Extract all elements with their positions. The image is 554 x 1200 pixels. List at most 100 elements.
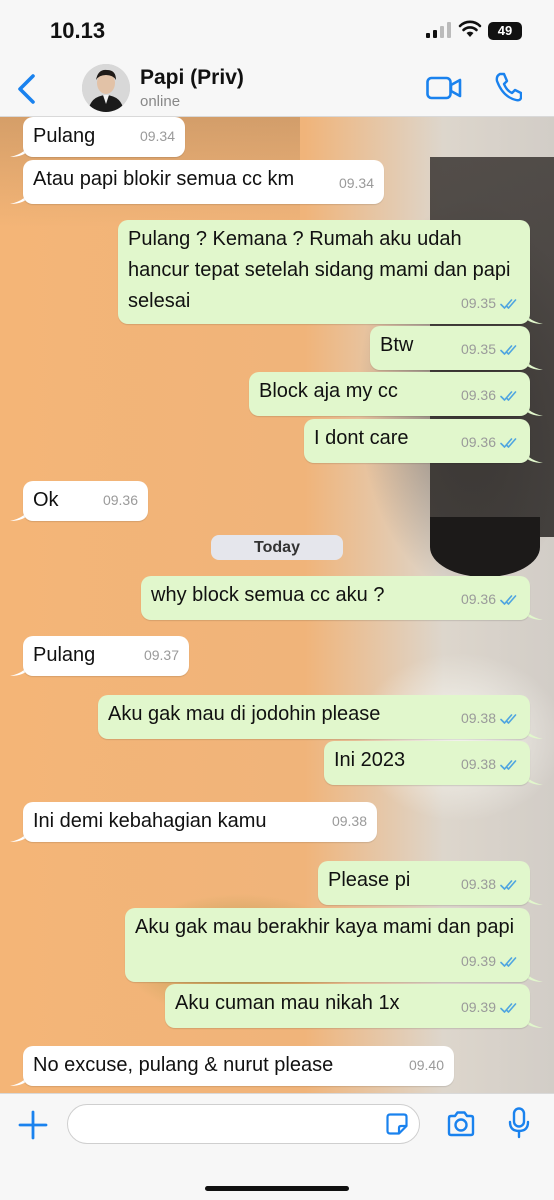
- double-check-icon: [500, 390, 517, 401]
- message-time: 09.39: [460, 953, 496, 969]
- chevron-left-icon[interactable]: [14, 72, 40, 106]
- message-row: I dont care 09.36: [0, 419, 554, 463]
- message-meta: 09.38: [332, 806, 367, 837]
- double-check-icon: [500, 759, 517, 770]
- message-meta: 09.36: [461, 380, 520, 411]
- message-meta: 09.34: [140, 121, 175, 152]
- message-time: 09.36: [460, 434, 496, 450]
- home-indicator: [205, 1186, 349, 1191]
- message-text: Aku cuman mau nikah 1x: [175, 992, 400, 1014]
- message-row: why block semua cc aku ? 09.36: [0, 576, 554, 620]
- double-check-icon: [500, 344, 517, 355]
- message-text: No excuse, pulang & nurut please: [33, 1054, 334, 1076]
- message-text: Aku gak mau berakhir kaya mami dan papi: [135, 916, 515, 938]
- message-time: 09.39: [460, 999, 496, 1015]
- contact-name[interactable]: Papi (Priv): [140, 66, 244, 90]
- message-text: Please pi: [328, 869, 411, 891]
- message-row: No excuse, pulang & nurut please 09.40: [0, 1046, 554, 1086]
- chat-area[interactable]: Today Pulang 09.34 Atau papi blokir semua …: [0, 117, 554, 1093]
- message-text: Btw: [380, 334, 414, 356]
- double-check-icon: [500, 956, 517, 967]
- message-time: 09.38: [331, 813, 367, 829]
- message-meta: 09.40: [409, 1050, 444, 1081]
- message-row: Ini 2023 09.38: [0, 741, 554, 785]
- message-text: Aku gak mau di jodohin please: [108, 703, 381, 725]
- phone-icon[interactable]: [494, 72, 522, 102]
- message-meta: 09.35: [461, 288, 520, 319]
- cellular-signal-icon: [426, 22, 451, 38]
- camera-icon[interactable]: [446, 1110, 476, 1138]
- message-time: 09.38: [460, 756, 496, 772]
- outgoing-message-bubble[interactable]: Aku gak mau di jodohin please 09.38: [98, 695, 530, 739]
- message-time: 09.38: [460, 710, 496, 726]
- wallpaper-lamp: [430, 517, 540, 577]
- plus-icon[interactable]: [18, 1110, 48, 1140]
- message-meta: 09.37: [144, 640, 179, 671]
- double-check-icon: [500, 1002, 517, 1013]
- chat-header: Papi (Priv) online: [0, 62, 554, 117]
- status-time: 10.13: [50, 18, 106, 43]
- double-check-icon: [500, 713, 517, 724]
- message-row: Aku cuman mau nikah 1x 09.39: [0, 984, 554, 1028]
- outgoing-message-bubble[interactable]: Aku cuman mau nikah 1x 09.39: [165, 984, 530, 1028]
- message-time: 09.40: [408, 1057, 444, 1073]
- incoming-message-bubble[interactable]: Pulang 09.37: [23, 636, 189, 676]
- sticker-icon[interactable]: [386, 1113, 408, 1135]
- outgoing-message-bubble[interactable]: Block aja my cc 09.36: [249, 372, 530, 416]
- message-row: Aku gak mau berakhir kaya mami dan papi 0…: [0, 908, 554, 982]
- message-row: Pulang 09.37: [0, 636, 554, 676]
- outgoing-message-bubble[interactable]: Btw 09.35: [370, 326, 530, 370]
- message-time: 09.36: [460, 591, 496, 607]
- double-check-icon: [500, 437, 517, 448]
- message-text: I dont care: [314, 427, 409, 449]
- message-time: 09.37: [143, 647, 179, 663]
- message-row: Ini demi kebahagian kamu 09.38: [0, 802, 554, 842]
- outgoing-message-bubble[interactable]: Ini 2023 09.38: [324, 741, 530, 785]
- message-meta: 09.38: [461, 749, 520, 780]
- outgoing-message-bubble[interactable]: why block semua cc aku ? 09.36: [141, 576, 530, 620]
- message-meta: 09.39: [461, 946, 520, 977]
- message-text: Block aja my cc: [259, 380, 398, 402]
- double-check-icon: [500, 298, 517, 309]
- outgoing-message-bubble[interactable]: I dont care 09.36: [304, 419, 530, 463]
- message-text: Pulang: [33, 644, 96, 666]
- message-time: 09.34: [338, 175, 374, 191]
- message-text: Pulang ? Kemana ? Rumah aku udah hancur …: [128, 228, 511, 312]
- microphone-icon[interactable]: [508, 1107, 530, 1139]
- message-meta: 09.38: [461, 703, 520, 734]
- message-time: 09.36: [102, 492, 138, 508]
- message-row: Pulang 09.34: [0, 117, 554, 157]
- message-row: Ok 09.36: [0, 481, 554, 521]
- incoming-message-bubble[interactable]: Atau papi blokir semua cc km 09.34: [23, 160, 384, 204]
- outgoing-message-bubble[interactable]: Pulang ? Kemana ? Rumah aku udah hancur …: [118, 220, 530, 324]
- incoming-message-bubble[interactable]: No excuse, pulang & nurut please 09.40: [23, 1046, 454, 1086]
- message-time: 09.36: [460, 387, 496, 403]
- message-meta: 09.39: [461, 992, 520, 1023]
- status-bar: 10.13 49: [0, 0, 554, 62]
- message-row: Aku gak mau di jodohin please 09.38: [0, 695, 554, 739]
- incoming-message-bubble[interactable]: Pulang 09.34: [23, 117, 185, 157]
- message-time: 09.35: [460, 341, 496, 357]
- message-text: Ok: [33, 489, 59, 511]
- message-text: Ini demi kebahagian kamu: [33, 810, 267, 832]
- message-meta: 09.34: [339, 168, 374, 199]
- composer-bar: [0, 1093, 554, 1200]
- message-time: 09.38: [460, 876, 496, 892]
- video-camera-icon[interactable]: [426, 75, 462, 101]
- message-meta: 09.36: [103, 485, 138, 516]
- message-time: 09.35: [460, 295, 496, 311]
- outgoing-message-bubble[interactable]: Aku gak mau berakhir kaya mami dan papi 0…: [125, 908, 530, 982]
- incoming-message-bubble[interactable]: Ini demi kebahagian kamu 09.38: [23, 802, 377, 842]
- double-check-icon: [500, 879, 517, 890]
- outgoing-message-bubble[interactable]: Please pi 09.38: [318, 861, 530, 905]
- message-time: 09.34: [139, 128, 175, 144]
- incoming-message-bubble[interactable]: Ok 09.36: [23, 481, 148, 521]
- message-meta: 09.36: [461, 427, 520, 458]
- message-row: Atau papi blokir semua cc km 09.34: [0, 160, 554, 204]
- message-row: Btw 09.35: [0, 326, 554, 370]
- message-meta: 09.35: [461, 334, 520, 365]
- avatar[interactable]: [82, 64, 130, 112]
- message-input[interactable]: [67, 1104, 420, 1144]
- message-text: why block semua cc aku ?: [151, 584, 385, 606]
- message-row: Please pi 09.38: [0, 861, 554, 905]
